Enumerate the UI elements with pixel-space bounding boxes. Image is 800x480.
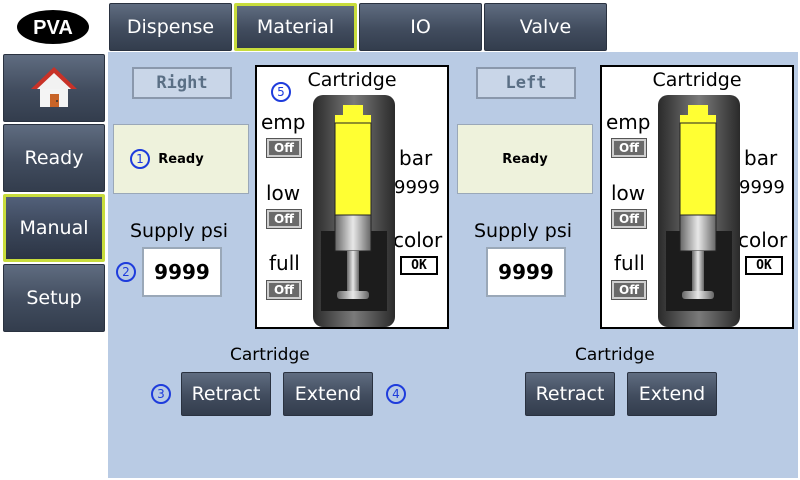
right-emp-label: emp bbox=[261, 110, 306, 134]
left-cartridge-box: Cartridge emp Off low Off full Off bar 9… bbox=[600, 65, 794, 329]
sidebar-item-manual[interactable]: Manual bbox=[3, 194, 105, 262]
left-retract-button[interactable]: Retract bbox=[525, 372, 615, 416]
right-color-indicator: OK bbox=[400, 256, 438, 275]
left-emp-label: emp bbox=[606, 110, 651, 134]
right-low-label: low bbox=[266, 181, 301, 205]
callout-5: 5 bbox=[271, 82, 291, 102]
left-cartridge-title: Cartridge bbox=[652, 69, 742, 91]
home-icon bbox=[31, 67, 77, 107]
callout-3: 3 bbox=[151, 384, 171, 404]
home-button[interactable] bbox=[3, 54, 105, 122]
sidebar-item-ready[interactable]: Ready bbox=[3, 124, 105, 192]
right-low-indicator: Off bbox=[266, 209, 302, 229]
left-low-label: low bbox=[611, 181, 646, 205]
tab-dispense[interactable]: Dispense bbox=[109, 3, 232, 51]
callout-1: 1 bbox=[130, 149, 150, 169]
left-bar-value: 9999 bbox=[739, 177, 785, 198]
tab-valve[interactable]: Valve bbox=[484, 3, 607, 51]
left-side-label: Left bbox=[476, 67, 576, 99]
right-emp-indicator: Off bbox=[266, 138, 302, 158]
left-status-box: Ready bbox=[457, 124, 593, 194]
right-cartridge-label: Cartridge bbox=[230, 345, 310, 365]
tab-material[interactable]: Material bbox=[234, 3, 357, 51]
sidebar-item-setup[interactable]: Setup bbox=[3, 264, 105, 332]
right-retract-button[interactable]: Retract bbox=[181, 372, 271, 416]
left-full-label: full bbox=[614, 251, 645, 275]
left-extend-button[interactable]: Extend bbox=[627, 372, 717, 416]
left-cartridge-label: Cartridge bbox=[575, 345, 655, 365]
left-supply-label: Supply psi bbox=[474, 220, 573, 242]
left-emp-indicator: Off bbox=[611, 138, 647, 158]
right-full-label: full bbox=[269, 251, 300, 275]
right-supply-value[interactable]: 9999 bbox=[142, 247, 222, 297]
right-bar-value: 9999 bbox=[394, 177, 440, 198]
callout-2: 2 bbox=[116, 262, 136, 282]
right-cartridge-graphic bbox=[313, 95, 395, 327]
left-bar-label: bar bbox=[744, 146, 778, 170]
left-supply-value[interactable]: 9999 bbox=[486, 247, 566, 297]
right-bar-label: bar bbox=[399, 146, 433, 170]
callout-4: 4 bbox=[386, 384, 406, 404]
left-cartridge-graphic bbox=[658, 95, 740, 327]
left-color-label: color bbox=[738, 228, 788, 252]
right-supply-label: Supply psi bbox=[130, 220, 229, 242]
logo-text: PVA bbox=[33, 17, 73, 39]
right-extend-button[interactable]: Extend bbox=[283, 372, 373, 416]
tab-io[interactable]: IO bbox=[359, 3, 482, 51]
right-color-label: color bbox=[393, 228, 443, 252]
right-full-indicator: Off bbox=[266, 280, 302, 300]
left-status-text: Ready bbox=[502, 151, 548, 167]
right-cartridge-box: Cartridge emp Off low Off full Off bar 9… bbox=[255, 65, 449, 329]
pva-logo: PVA bbox=[17, 10, 89, 44]
right-status-text: Ready bbox=[158, 151, 204, 167]
left-low-indicator: Off bbox=[611, 209, 647, 229]
right-side-label: Right bbox=[132, 67, 232, 99]
left-full-indicator: Off bbox=[611, 280, 647, 300]
left-color-indicator: OK bbox=[745, 256, 783, 275]
